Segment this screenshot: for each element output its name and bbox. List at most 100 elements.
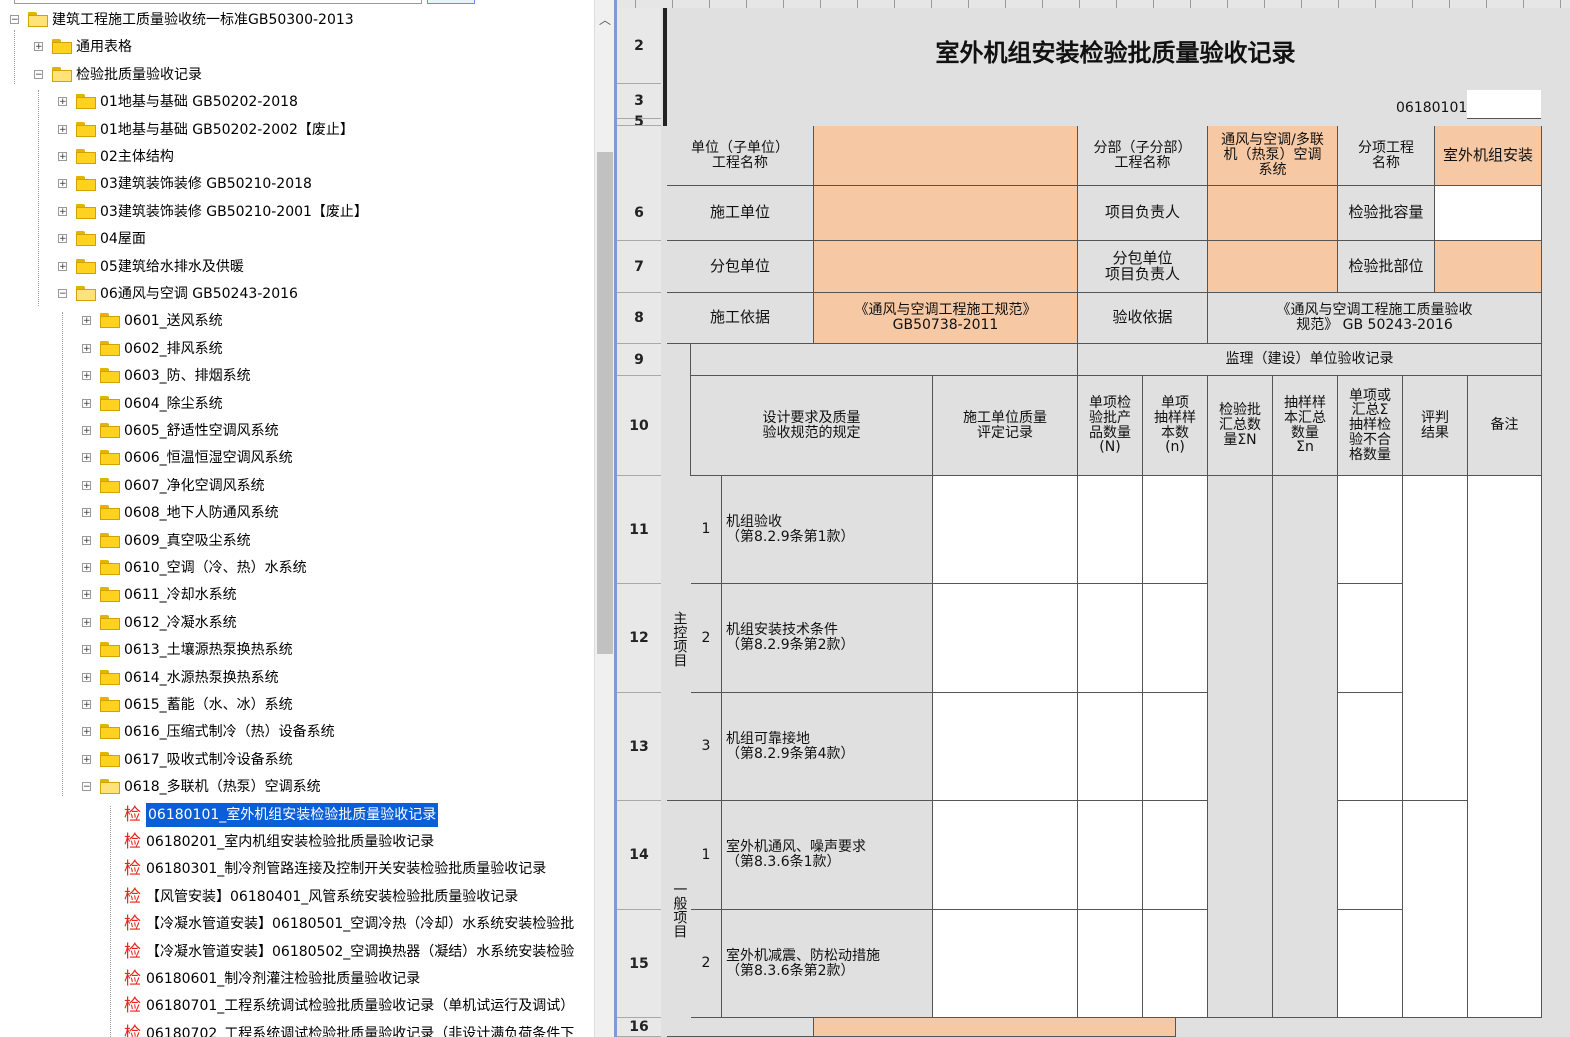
tree-node[interactable]: +0615_蓄能（水、冰）系统 [0,693,594,717]
tree-node[interactable]: +0613_土壤源热泵换热系统 [0,638,594,662]
sum-samples-field[interactable] [1273,476,1338,1018]
expand-icon[interactable]: + [82,316,91,326]
expand-icon[interactable]: + [58,234,67,244]
tree-node[interactable]: +01地基与基础 GB50202-2018 [0,90,594,114]
self-check-field[interactable] [933,584,1078,693]
tree-node[interactable]: +02主体结构 [0,145,594,169]
expand-icon[interactable]: + [82,399,91,409]
n-samples-field[interactable] [1143,801,1208,910]
expand-icon[interactable]: + [82,673,91,683]
expand-icon[interactable]: + [82,508,91,518]
nonconform-field[interactable] [1338,910,1403,1018]
expand-icon[interactable]: + [58,152,67,162]
tree-node[interactable]: +05建筑给水排水及供暖 [0,255,594,279]
item-name-value[interactable]: 室外机组安装 [1435,126,1542,186]
contractor-field[interactable] [814,186,1078,241]
self-check-field[interactable] [933,476,1078,584]
expand-icon[interactable]: + [82,536,91,546]
construction-basis-value[interactable]: 《通风与空调工程施工规范》 GB50738-2011 [814,293,1078,344]
n-samples-field[interactable] [1143,476,1208,584]
project-manager-field[interactable] [1208,186,1338,241]
tree-node[interactable]: − 06通风与空调 GB50243-2016 [0,282,594,306]
self-check-field[interactable] [933,801,1078,910]
expand-icon[interactable]: + [82,755,91,765]
tree-node[interactable]: +03建筑装饰装修 GB50210-2001【废止】 [0,200,594,224]
row-number[interactable]: 10 [617,376,661,476]
tree-node[interactable]: 检【冷凝水管道安装】06180501_空调冷热（冷却）水系统安装检验批 [0,912,594,936]
n-samples-field[interactable] [1143,910,1208,1018]
n-products-field[interactable] [1078,693,1143,801]
result-general-field[interactable] [1403,801,1468,1018]
expand-icon[interactable]: + [34,42,43,52]
tree-node[interactable]: 检【风管安装】06180401_风管系统安装检验批质量验收记录 [0,885,594,909]
nonconform-field[interactable] [1338,801,1403,910]
expand-icon[interactable]: + [82,700,91,710]
scrollbar-thumb[interactable] [597,152,613,654]
tree-node[interactable]: − 检验批质量验收记录 [0,63,594,87]
row-number[interactable]: 11 [617,476,661,584]
tree-node[interactable]: 检【冷凝水管道安装】06180502_空调换热器（凝结）水系统安装检验 [0,940,594,964]
search-input[interactable] [14,0,422,4]
collapse-icon[interactable]: − [82,782,91,792]
result-main-field[interactable] [1403,476,1468,801]
n-samples-field[interactable] [1143,584,1208,693]
expand-icon[interactable]: + [82,563,91,573]
expand-icon[interactable]: + [58,97,67,107]
tree-scrollbar[interactable]: ︿ [594,0,615,1037]
nonconform-field[interactable] [1338,693,1403,801]
n-products-field[interactable] [1078,476,1143,584]
tree-node[interactable]: 检 06180702_工程系统调试检验批质量验收记录（非设计满负荷条件下 [0,1022,594,1037]
expand-icon[interactable]: + [82,453,91,463]
tree-node[interactable]: +0611_冷却水系统 [0,583,594,607]
row-number[interactable]: 12 [617,584,661,693]
tree-node[interactable]: +0616_压缩式制冷（热）设备系统 [0,720,594,744]
expand-icon[interactable]: + [82,481,91,491]
n-products-field[interactable] [1078,801,1143,910]
tree-node[interactable]: +0614_水源热泵换热系统 [0,666,594,690]
row-number[interactable]: 2 [617,8,661,84]
expand-icon[interactable]: + [58,207,67,217]
tree-node[interactable]: +01地基与基础 GB50202-2002【废止】 [0,118,594,142]
spreadsheet[interactable]: 2 3 5 6 7 8 9 10 11 12 13 14 15 16 室外机组安装检验批质量验收记录 06… [617,0,1570,1037]
tree-node[interactable]: − 建筑工程施工质量验收统一标准GB50300-2013 [0,8,594,32]
collapse-icon[interactable]: − [58,289,67,299]
row-number[interactable]: 16 [617,1018,661,1037]
tree-node[interactable]: − 0618_多联机（热泵）空调系统 [0,775,594,799]
row-number[interactable]: 7 [617,241,661,293]
expand-icon[interactable]: + [82,727,91,737]
tree-node[interactable]: +0605_舒适性空调风系统 [0,419,594,443]
scroll-up-icon[interactable]: ︿ [595,10,615,30]
expand-icon[interactable]: + [82,618,91,628]
expand-icon[interactable]: + [82,645,91,655]
division-name-value[interactable]: 通风与空调/多联 机（热泵）空调 系统 [1208,126,1338,186]
tree-node[interactable]: +0607_净化空调风系统 [0,474,594,498]
tree-node[interactable]: + 通用表格 [0,35,594,59]
tree-node[interactable]: +0601_送风系统 [0,309,594,333]
tree-node[interactable]: +04屋面 [0,227,594,251]
tree-node[interactable]: +0617_吸收式制冷设备系统 [0,748,594,772]
expand-icon[interactable]: + [82,371,91,381]
self-check-field[interactable] [933,910,1078,1018]
tree-node[interactable]: 检 06180701_工程系统调试检验批质量验收记录（单机试运行及调试） [0,994,594,1018]
tree-node[interactable]: +0612_冷凝水系统 [0,611,594,635]
tree-node[interactable]: +0609_真空吸尘系统 [0,529,594,553]
collapse-icon[interactable]: − [10,15,19,25]
tree-node[interactable]: +0603_防、排烟系统 [0,364,594,388]
n-samples-field[interactable] [1143,693,1208,801]
remark-field[interactable] [1468,476,1542,1018]
row16-field[interactable] [814,1018,1176,1037]
tree-node[interactable]: 检 06180601_制冷剂灌注检验批质量验收记录 [0,967,594,991]
doc-number-input[interactable] [1467,90,1541,119]
row-number[interactable]: 13 [617,693,661,801]
tree-node[interactable]: +0606_恒温恒湿空调风系统 [0,446,594,470]
tree-node[interactable]: 检 06180201_室内机组安装检验批质量验收记录 [0,830,594,854]
batch-location-field[interactable] [1435,241,1542,293]
nonconform-field[interactable] [1338,584,1403,693]
row-number[interactable]: 9 [617,344,661,376]
row-number[interactable]: 6 [617,186,661,241]
tree-node[interactable]: +0604_除尘系统 [0,392,594,416]
expand-icon[interactable]: + [58,125,67,135]
tree-node[interactable]: +0608_地下人防通风系统 [0,501,594,525]
unit-name-field[interactable] [814,126,1078,186]
row-number-hidden[interactable] [617,119,661,126]
